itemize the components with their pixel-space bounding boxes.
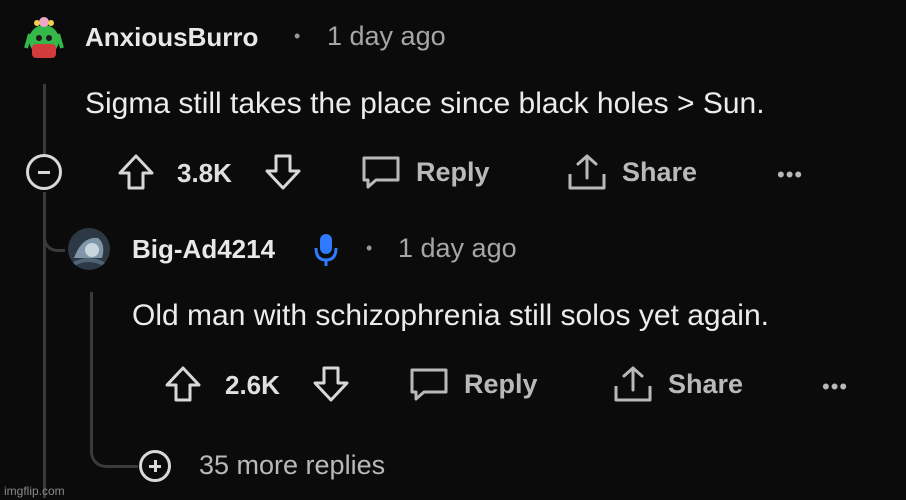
share-label: Share: [668, 368, 744, 399]
thread-line-reply: [90, 292, 93, 442]
watermark: imgflip.com: [4, 484, 65, 498]
more-options-button[interactable]: •••: [777, 162, 803, 188]
share-label: Share: [622, 156, 698, 187]
avatar-icon: [24, 17, 64, 58]
voice-mic-icon: [312, 232, 340, 273]
upvote-icon: [165, 366, 201, 402]
vote-count: 2.6K: [225, 370, 280, 400]
more-replies-link[interactable]: 35 more replies: [199, 450, 385, 481]
timestamp: 1 day ago: [327, 21, 446, 51]
separator-dot: •: [294, 26, 301, 46]
timestamp: 1 day ago: [398, 233, 517, 263]
share-button[interactable]: Share: [612, 364, 743, 404]
username[interactable]: Big-Ad4214: [132, 234, 275, 265]
vote-count: 3.8K: [177, 158, 232, 188]
reply-button[interactable]: Reply: [408, 364, 538, 404]
comment-bubble-icon: [410, 368, 448, 401]
comment-text: Sigma still takes the place since black …: [85, 87, 765, 120]
downvote-icon: [265, 154, 301, 190]
thread-connector-1: [43, 222, 65, 252]
downvote-icon: [313, 366, 349, 402]
upvote-icon: [118, 154, 154, 190]
share-icon: [614, 366, 652, 402]
share-button[interactable]: Share: [566, 152, 697, 192]
comment-text: Old man with schizophrenia still solos y…: [132, 299, 769, 332]
separator-dot: •: [366, 238, 373, 258]
more-options-button[interactable]: •••: [822, 374, 848, 400]
share-icon: [568, 154, 606, 190]
collapse-thread-button[interactable]: [26, 154, 62, 190]
thread-connector-2: [90, 430, 138, 468]
avatar[interactable]: [22, 14, 66, 58]
expand-replies-button[interactable]: [139, 450, 171, 482]
downvote-button[interactable]: [263, 152, 303, 192]
upvote-button[interactable]: [163, 364, 203, 404]
comment-bubble-icon: [362, 156, 400, 189]
reply-button[interactable]: Reply: [360, 152, 490, 192]
thread-line-main: [43, 84, 46, 154]
reply-label: Reply: [464, 368, 538, 399]
reply-label: Reply: [416, 156, 490, 187]
upvote-button[interactable]: [116, 152, 156, 192]
downvote-button[interactable]: [311, 364, 351, 404]
avatar[interactable]: [68, 228, 110, 270]
username[interactable]: AnxiousBurro: [85, 22, 258, 53]
avatar-icon: [68, 228, 110, 270]
